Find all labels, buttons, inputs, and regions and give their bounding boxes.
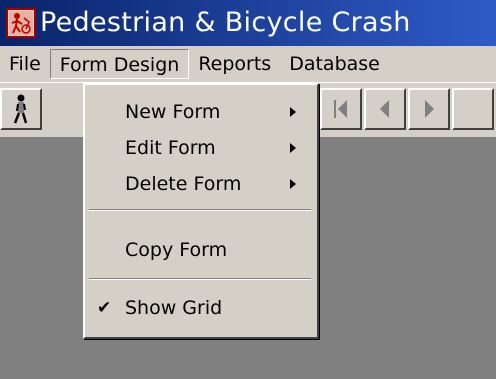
edit-form-label: Edit Form <box>125 137 216 159</box>
menu-form-design[interactable]: Form Design <box>49 49 190 79</box>
menu-item-delete-form[interactable]: Delete Form <box>85 166 317 202</box>
first-record-button[interactable] <box>320 88 362 130</box>
window-title: Pedestrian & Bicycle Crash <box>40 7 411 38</box>
menu-bar: File Form Design Reports Database <box>0 46 496 83</box>
menu-reports[interactable]: Reports <box>189 49 280 79</box>
copy-form-label: Copy Form <box>125 239 228 261</box>
form-design-menu: New Form Edit Form Delete Form Copy Form… <box>83 83 319 339</box>
menu-file[interactable]: File <box>0 49 50 79</box>
menu-separator <box>89 209 311 211</box>
menu-separator <box>89 278 311 280</box>
menu-item-edit-form[interactable]: Edit Form <box>85 130 317 166</box>
title-bar[interactable]: Pedestrian & Bicycle Crash <box>0 0 496 46</box>
menu-item-new-form[interactable]: New Form <box>85 94 317 130</box>
pedestrian-button[interactable] <box>0 88 42 130</box>
checkmark-icon: ✔ <box>97 298 112 318</box>
previous-record-button[interactable] <box>364 88 406 130</box>
menu-item-copy-form[interactable]: Copy Form <box>85 232 317 268</box>
next-record-button[interactable] <box>408 88 450 130</box>
submenu-arrow-icon <box>290 179 296 189</box>
toolbar-button-partial[interactable] <box>452 88 494 130</box>
menu-item-show-grid[interactable]: ✔ Show Grid <box>85 290 317 326</box>
submenu-arrow-icon <box>290 143 296 153</box>
menu-database[interactable]: Database <box>280 49 389 79</box>
pedestrian-icon <box>13 94 28 124</box>
delete-form-label: Delete Form <box>125 173 242 195</box>
first-record-icon <box>334 100 347 118</box>
previous-record-icon <box>380 100 389 118</box>
new-form-label: New Form <box>125 101 221 123</box>
next-record-icon <box>425 100 434 118</box>
crash-app-icon[interactable] <box>6 8 36 38</box>
submenu-arrow-icon <box>290 107 296 117</box>
show-grid-label: Show Grid <box>125 297 223 319</box>
